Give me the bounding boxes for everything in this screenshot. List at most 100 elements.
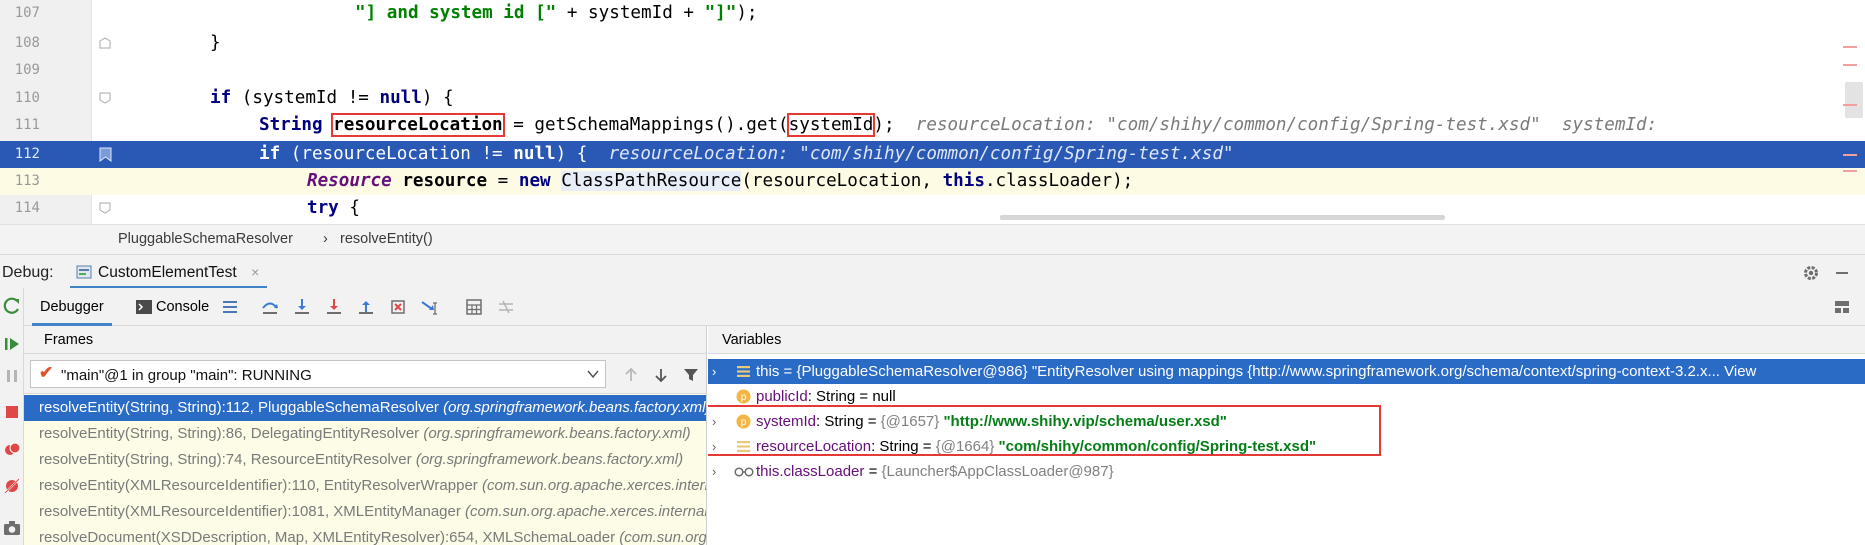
breadcrumb-method[interactable]: resolveEntity() [340,231,433,247]
evaluate-expression-icon[interactable] [464,297,484,317]
code-line-113[interactable]: 113 Resource resource = new ClassPathRes… [0,168,1865,195]
thread-dropdown-value: "main"@1 in group "main": RUNNING [61,367,312,384]
camera-icon[interactable] [2,518,22,538]
close-icon[interactable]: × [251,264,259,280]
highlighted-variable: resourceLocation [331,113,505,137]
frames-panel: Frames ✔ "main"@1 in group "main": RUNNI… [24,326,707,545]
code-line-114[interactable]: 114 try { [0,195,1865,222]
horizontal-scrollbar[interactable] [1000,215,1445,220]
breadcrumb: PluggableSchemaResolver › resolveEntity(… [0,224,1865,254]
minimize-icon[interactable] [1833,264,1851,282]
code-line-110[interactable]: 110 if (systemId != null) { [0,85,1865,112]
step-over-icon[interactable] [260,297,280,317]
inline-debug-hint: resourceLocation: "com/shihy/common/conf… [608,144,1234,164]
execution-line-112[interactable]: 112 if (resourceLocation != null) { reso… [0,141,1865,168]
breadcrumb-separator: › [323,231,328,247]
step-into-icon[interactable] [292,297,312,317]
code-line-107[interactable]: 107 "] and system id [" + systemId + "]"… [0,0,1865,27]
code-line-109[interactable]: 109 [0,57,1865,84]
code-line-108[interactable]: 108 } [0,30,1865,57]
tab-console[interactable]: Console [132,288,209,326]
filter-icon[interactable] [682,366,700,384]
highlighted-argument: systemId [786,113,876,137]
field-icon [737,366,750,377]
stop-icon[interactable] [2,402,22,422]
thread-selector-row: ✔ "main"@1 in group "main": RUNNING [24,354,706,394]
bookmark-icon [99,147,112,162]
view-breakpoints-icon[interactable] [2,440,22,460]
line-number: 112 [14,146,40,162]
fold-start-icon[interactable] [99,92,111,104]
error-stripe-mark[interactable] [1843,154,1857,156]
debug-left-toolbar [0,288,24,545]
error-stripe-mark[interactable] [1843,104,1857,106]
tab-debug-session[interactable]: CustomElementTest × [70,255,268,289]
frame-item[interactable]: resolveDocument(XSDDescription, Map, XML… [24,525,706,545]
watch-glasses-icon [734,467,754,477]
arrow-down-icon[interactable] [652,366,670,384]
code-line-111[interactable]: 111 String resourceLocation = getSchemaM… [0,112,1865,139]
inline-debug-hint: resourceLocation: "com/shihy/common/conf… [915,115,1658,135]
svg-text:p: p [741,392,747,403]
fold-end-icon[interactable] [99,37,111,49]
tab-console-label: Console [156,299,210,315]
step-out-icon[interactable] [356,297,376,317]
tab-debug-session-label: CustomElementTest [98,264,237,281]
frames-header: Frames [24,326,706,354]
restore-layout-icon[interactable] [1832,297,1852,317]
chevron-down-icon [587,370,599,379]
code-text: try { [307,198,360,218]
debug-tool-window-header: Debug: CustomElementTest × [0,254,1865,289]
variable-row-classLoader[interactable]: › this.classLoader = {Launcher$AppClassL… [708,459,1865,484]
line-number: 109 [14,62,40,78]
trace-stream-icon[interactable] [496,297,516,317]
force-step-into-icon[interactable] [324,297,344,317]
test-run-icon [76,265,92,279]
pause-icon[interactable] [2,366,22,386]
line-number: 108 [14,35,40,51]
variables-panel: Variables › this = {PluggableSchemaResol… [708,326,1865,545]
frame-item[interactable]: resolveEntity(String, String):74, Resour… [24,447,706,473]
rerun-icon[interactable] [2,296,22,316]
error-stripe-mark[interactable] [1843,64,1857,66]
thread-dropdown[interactable]: ✔ "main"@1 in group "main": RUNNING [30,360,606,388]
frame-item[interactable]: resolveEntity(XMLResourceIdentifier):108… [24,499,706,525]
expand-arrow-icon[interactable]: › [712,359,716,384]
fold-start-icon[interactable] [99,202,111,214]
code-text: if (resourceLocation != null) { resource… [259,144,1234,164]
vertical-scrollbar[interactable] [1845,82,1863,118]
parameter-icon: p [736,389,751,404]
drop-frame-icon[interactable] [388,297,408,317]
breadcrumb-class[interactable]: PluggableSchemaResolver [118,231,293,247]
variables-title: Variables [722,332,782,348]
code-text: String resourceLocation = getSchemaMappi… [259,113,1658,137]
annotation-box [708,405,1381,456]
variables-header: Variables [708,326,1865,354]
arrow-up-icon[interactable] [622,366,640,384]
variable-row-this[interactable]: › this = {PluggableSchemaResolver@986} "… [708,359,1865,384]
code-text: Resource resource = new ClassPathResourc… [307,171,1134,191]
frame-item[interactable]: resolveEntity(XMLResourceIdentifier):110… [24,473,706,499]
frame-list: resolveEntity(String, String):112, Plugg… [24,394,706,545]
code-text: } [210,33,221,53]
line-number: 111 [14,117,40,133]
expand-arrow-icon[interactable]: › [712,459,716,484]
code-text: if (systemId != null) { [210,88,454,108]
frame-item[interactable]: resolveEntity(String, String):112, Plugg… [24,395,706,421]
resume-icon[interactable] [2,334,22,354]
run-to-cursor-icon[interactable] [420,297,440,317]
console-icon [136,300,152,314]
tab-debugger[interactable]: Debugger [32,288,112,326]
layout-menu-icon[interactable] [220,297,240,317]
frame-item[interactable]: resolveEntity(String, String):86, Delega… [24,421,706,447]
frames-title: Frames [44,332,94,348]
code-editor[interactable]: 107 "] and system id [" + systemId + "]"… [0,0,1865,224]
error-stripe-mark[interactable] [1843,170,1857,172]
line-number: 110 [14,90,40,106]
debug-label: Debug: [2,264,54,281]
error-stripe-mark[interactable] [1843,46,1857,48]
mute-breakpoints-icon[interactable] [2,476,22,496]
line-number: 113 [14,173,40,189]
thread-status-icon: ✔ [39,363,54,382]
gear-icon[interactable] [1802,264,1820,282]
